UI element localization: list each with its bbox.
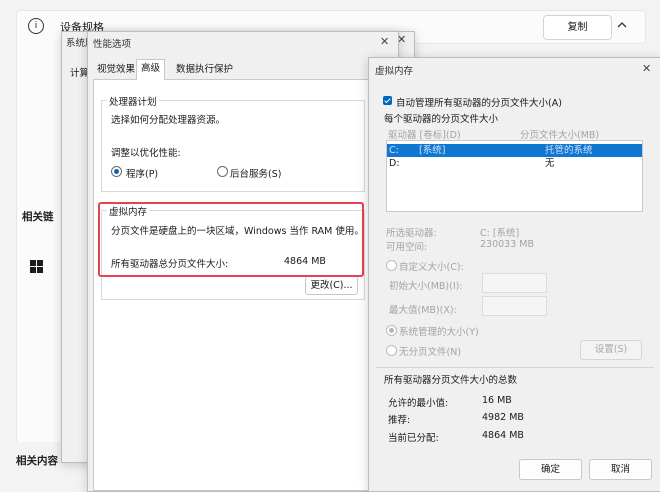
performance-options-close-icon[interactable]: ✕ [380,35,389,48]
divider [376,367,654,368]
drive-label: [系统] [419,145,446,156]
max-size-label: 最大值(MB)(X): [389,305,457,316]
initial-size-input[interactable] [482,273,547,293]
virtual-memory-dialog-title: 虚拟内存 [375,66,414,77]
info-icon: i [28,18,44,34]
change-button[interactable]: 更改(C)... [305,276,358,295]
min-allowed-value: 16 MB [482,395,512,406]
drive-list[interactable]: C: [系统] 托管的系统 D: 无 [386,140,643,212]
min-allowed-label: 允许的最小值: [388,398,449,409]
background-services-radio[interactable] [217,166,228,177]
tab-data-execution-prevention[interactable]: 数据执行保护 [172,61,237,78]
current-allocated-value: 4864 MB [482,430,524,441]
highlight-box [98,202,364,277]
recommended-label: 推荐: [388,415,411,426]
max-size-input[interactable] [482,296,547,316]
drive-column-header: 驱动器 [卷标](D) [388,130,461,141]
processor-description: 选择如何分配处理器资源。 [111,115,226,126]
drive-letter: C: [389,145,399,156]
programs-radio[interactable] [111,166,122,177]
related-links-label: 相关链 [22,211,54,223]
list-item[interactable]: C: [系统] 托管的系统 [387,144,642,157]
initial-size-label: 初始大小(MB)(I): [389,281,463,292]
drive-size: 托管的系统 [545,145,593,156]
free-space-value: 230033 MB [480,239,534,250]
system-managed-radio[interactable] [386,325,397,336]
chevron-up-icon[interactable] [617,20,627,30]
drive-letter: D: [389,158,400,169]
custom-size-label: 自定义大小(C): [399,262,464,273]
adjust-performance-label: 调整以优化性能: [111,148,181,159]
set-button[interactable]: 设置(S) [580,340,642,360]
selected-drive-value: C: [系统] [480,228,520,239]
auto-manage-checkbox[interactable] [383,96,392,105]
no-paging-radio[interactable] [386,345,397,356]
processor-scheduling-title: 处理器计划 [107,94,159,108]
programs-label: 程序(P) [126,169,159,180]
tab-visual-effects[interactable]: 视觉效果 [93,61,139,78]
totals-title: 所有驱动器分页文件大小的总数 [384,375,518,386]
ok-button[interactable]: 确定 [519,459,582,480]
related-content-label: 相关内容 [16,455,58,467]
selected-drive-label: 所选驱动器: [386,228,437,239]
list-item[interactable]: D: 无 [387,157,642,170]
cancel-button[interactable]: 取消 [589,459,652,480]
current-allocated-label: 当前已分配: [388,433,439,444]
system-managed-label: 系统管理的大小(Y) [399,327,479,338]
custom-size-radio[interactable] [386,260,397,271]
free-space-label: 可用空间: [386,242,428,253]
recommended-value: 4982 MB [482,412,524,423]
drive-size: 无 [545,158,555,169]
copy-button[interactable]: 复制 [543,15,612,40]
no-paging-label: 无分页文件(N) [399,347,462,358]
tab-advanced[interactable]: 高级 [136,59,166,80]
background-services-label: 后台服务(S) [230,169,282,180]
windows-logo-icon [30,260,44,274]
auto-manage-label: 自动管理所有驱动器的分页文件大小(A) [396,98,562,109]
settings-page-strip [16,42,62,442]
performance-options-title: 性能选项 [93,39,132,50]
virtual-memory-close-icon[interactable]: ✕ [642,62,651,75]
size-column-header: 分页文件大小(MB) [520,130,600,141]
per-drive-title: 每个驱动器的分页文件大小 [384,114,499,125]
